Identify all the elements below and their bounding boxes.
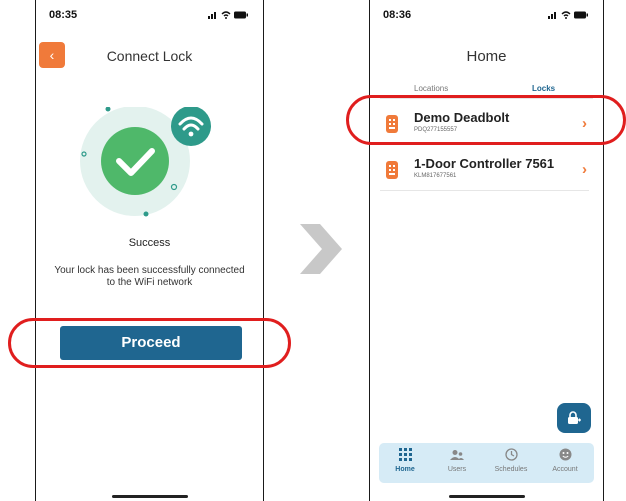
connect-lock-screen: 08:35 ‹ Connect Lock Success Your lock h… — [35, 0, 264, 501]
page-title: Connect Lock — [106, 48, 193, 64]
status-icons — [548, 11, 589, 19]
home-indicator — [448, 495, 525, 498]
lock-name: 1-Door Controller 7561 — [414, 156, 555, 171]
success-illustration — [80, 107, 211, 217]
lock-list-item[interactable]: 1-Door Controller 7561 KLM817677561 › — [380, 150, 589, 191]
status-time: 08:35 — [49, 9, 78, 21]
highlight-proceed — [8, 318, 291, 368]
signal-icon — [548, 12, 556, 19]
home-indicator — [111, 495, 188, 498]
nav-users[interactable]: Users — [431, 447, 483, 473]
nav-account[interactable]: Account — [539, 447, 591, 473]
success-label: Success — [128, 237, 171, 249]
add-lock-icon — [568, 411, 581, 424]
status-bar: 08:35 — [36, 8, 263, 22]
nav-home[interactable]: Home — [379, 447, 431, 473]
battery-icon — [234, 11, 248, 19]
lock-device-icon — [386, 161, 398, 179]
users-icon — [450, 449, 464, 460]
chevron-right-icon: › — [582, 161, 587, 178]
success-check-circle — [101, 127, 169, 195]
highlight-demo-deadbolt — [346, 95, 626, 145]
wifi-status-icon — [561, 11, 571, 19]
nav-label: Schedules — [494, 466, 528, 473]
account-icon — [559, 448, 571, 461]
bottom-navigation: Home Users Schedules Account — [379, 443, 594, 483]
add-lock-button[interactable] — [557, 403, 591, 433]
nav-label: Users — [447, 466, 467, 473]
home-screen: 08:36 Home Locations Locks Demo Deadbolt… — [369, 0, 604, 501]
nav-label: Home — [395, 466, 415, 473]
battery-icon — [574, 11, 588, 19]
nav-schedules[interactable]: Schedules — [485, 447, 537, 473]
status-bar: 08:36 — [370, 8, 603, 22]
clock-icon — [504, 448, 518, 461]
next-step-arrow-icon — [300, 224, 342, 274]
page-title: Home — [466, 48, 507, 65]
wifi-status-icon — [221, 11, 231, 19]
grid-icon — [398, 448, 412, 461]
success-description: Your lock has been successfully connecte… — [54, 265, 245, 288]
nav-label: Account — [552, 466, 578, 473]
status-icons — [208, 11, 249, 19]
tab-locations[interactable]: Locations — [414, 84, 448, 93]
tab-locks[interactable]: Locks — [532, 84, 555, 93]
status-time: 08:36 — [383, 9, 412, 21]
lock-serial: KLM817677561 — [414, 173, 457, 179]
signal-icon — [208, 12, 216, 19]
